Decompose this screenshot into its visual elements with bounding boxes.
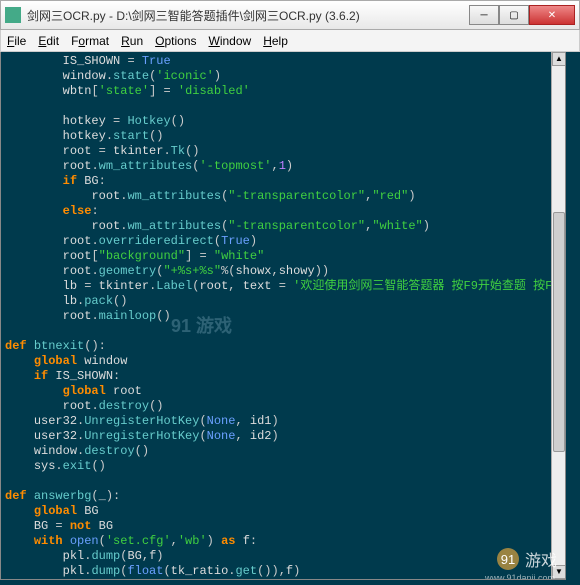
- code-line[interactable]: root.geometry("+%s+%s"%(showx,showy)): [5, 264, 561, 279]
- code-line[interactable]: if BG:: [5, 174, 561, 189]
- code-line[interactable]: root["background"] = "white": [5, 249, 561, 264]
- code-area[interactable]: IS_SHOWN = True window.state('iconic') w…: [1, 52, 565, 580]
- menu-edit[interactable]: Edit: [38, 34, 59, 48]
- code-line[interactable]: if IS_SHOWN:: [5, 369, 561, 384]
- close-button[interactable]: ✕: [529, 5, 575, 25]
- code-line[interactable]: def btnexit():: [5, 339, 561, 354]
- code-editor[interactable]: IS_SHOWN = True window.state('iconic') w…: [0, 52, 566, 580]
- vertical-scrollbar[interactable]: ▲ ▼: [551, 52, 565, 579]
- code-line[interactable]: root.wm_attributes("-transparentcolor","…: [5, 189, 561, 204]
- code-line[interactable]: root.destroy(): [5, 399, 561, 414]
- code-line[interactable]: [5, 324, 561, 339]
- maximize-button[interactable]: ▢: [499, 5, 529, 25]
- code-line[interactable]: window.destroy(): [5, 444, 561, 459]
- window-controls: ─ ▢ ✕: [469, 5, 575, 25]
- code-line[interactable]: else:: [5, 204, 561, 219]
- code-line[interactable]: pkl.dump(float(tk_ratio.get()),f): [5, 564, 561, 579]
- python-idle-icon: [5, 7, 21, 23]
- code-line[interactable]: [5, 99, 561, 114]
- menu-help[interactable]: Help: [263, 34, 288, 48]
- code-line[interactable]: global window: [5, 354, 561, 369]
- code-line[interactable]: global BG: [5, 504, 561, 519]
- code-line[interactable]: lb.pack(): [5, 294, 561, 309]
- code-line[interactable]: root.wm_attributes('-topmost',1): [5, 159, 561, 174]
- minimize-button[interactable]: ─: [469, 5, 499, 25]
- code-line[interactable]: def answerbg(_):: [5, 489, 561, 504]
- code-line[interactable]: IS_SHOWN = True: [5, 54, 561, 69]
- code-line[interactable]: user32.UnregisterHotKey(None, id1): [5, 414, 561, 429]
- menu-options[interactable]: Options: [155, 34, 196, 48]
- code-line[interactable]: root = tkinter.Tk(): [5, 144, 561, 159]
- code-line[interactable]: user32.UnregisterHotKey(None, id2): [5, 429, 561, 444]
- menu-run[interactable]: Run: [121, 34, 143, 48]
- code-line[interactable]: if IS_SHOWN:: [5, 579, 561, 580]
- menubar: File Edit Format Run Options Window Help: [0, 30, 580, 52]
- code-line[interactable]: BG = not BG: [5, 519, 561, 534]
- scroll-up-arrow-icon[interactable]: ▲: [552, 52, 566, 66]
- scroll-thumb[interactable]: [553, 212, 565, 452]
- code-line[interactable]: pkl.dump(BG,f): [5, 549, 561, 564]
- window-title: 剑网三OCR.py - D:\剑网三智能答题插件\剑网三OCR.py (3.6.…: [27, 7, 469, 24]
- code-line[interactable]: sys.exit(): [5, 459, 561, 474]
- code-line[interactable]: root.mainloop(): [5, 309, 561, 324]
- code-line[interactable]: global root: [5, 384, 561, 399]
- brand-url: www.91danji.com: [485, 573, 555, 580]
- menu-format[interactable]: Format: [71, 34, 109, 48]
- code-line[interactable]: with open('set.cfg','wb') as f:: [5, 534, 561, 549]
- code-line[interactable]: root.overrideredirect(True): [5, 234, 561, 249]
- code-line[interactable]: root.wm_attributes("-transparentcolor","…: [5, 219, 561, 234]
- code-line[interactable]: window.state('iconic'): [5, 69, 561, 84]
- code-line[interactable]: wbtn['state'] = 'disabled': [5, 84, 561, 99]
- titlebar[interactable]: 剑网三OCR.py - D:\剑网三智能答题插件\剑网三OCR.py (3.6.…: [0, 0, 580, 30]
- menu-file[interactable]: File: [7, 34, 26, 48]
- menu-window[interactable]: Window: [209, 34, 252, 48]
- code-line[interactable]: lb = tkinter.Label(root, text = '欢迎使用剑网三…: [5, 279, 561, 294]
- code-line[interactable]: hotkey.start(): [5, 129, 561, 144]
- code-line[interactable]: [5, 474, 561, 489]
- code-line[interactable]: hotkey = Hotkey(): [5, 114, 561, 129]
